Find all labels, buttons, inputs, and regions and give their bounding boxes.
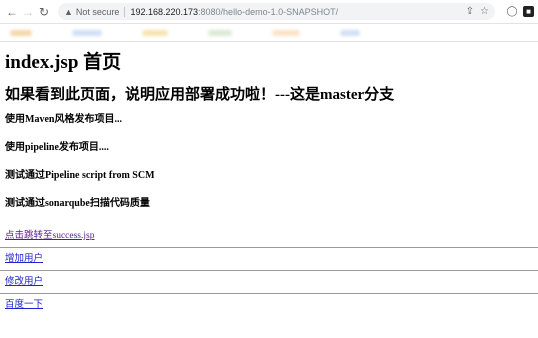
page-title: index.jsp 首页 [5,52,122,73]
page-content: index.jsp 首页 如果看到此页面，说明应用部署成功啦！---这是mast… [0,51,538,316]
bookmark-item[interactable] [10,29,32,36]
deploy-success-heading: 如果看到此页面，说明应用部署成功啦！---这是master分支 [5,87,395,103]
bookmark-star-icon[interactable]: ☆ [480,6,489,17]
bookmark-item[interactable] [272,29,300,36]
bookmark-item[interactable] [340,29,360,36]
address-bar[interactable]: ▲ Not secure 192.168.220.173:8080/hello-… [58,3,495,20]
info-line: 使用pipeline发布项目.... [5,142,109,153]
url-host: 192.168.220.173 [130,6,199,17]
omnibox-divider [124,6,126,17]
success-page-link[interactable]: 点击跳转至success.jsp [5,231,94,241]
warning-icon[interactable]: ▲ [64,7,73,17]
url-text[interactable]: 192.168.220.173:8080/hello-demo-1.0-SNAP… [130,7,338,17]
info-line: 测试通过Pipeline script from SCM [5,170,155,181]
edit-user-link[interactable]: 修改用户 [5,277,43,287]
bookmark-item[interactable] [72,29,102,36]
not-secure-label[interactable]: Not secure [76,7,120,17]
bookmarks-bar [0,24,538,42]
link-row: 增加用户 [5,248,533,270]
bookmark-item[interactable] [142,29,168,36]
info-line: 测试通过sonarqube扫描代码质量 [5,198,150,209]
add-user-link[interactable]: 增加用户 [5,254,43,264]
extension-dark-icon[interactable]: ■ [523,6,534,17]
link-row: 点击跳转至success.jsp [5,225,533,247]
share-icon[interactable]: ⇪ [466,6,474,17]
forward-icon[interactable]: → [20,4,36,20]
bookmark-item[interactable] [208,29,232,36]
info-line: 使用Maven风格发布项目... [5,114,122,125]
link-row: 修改用户 [5,271,533,293]
link-row: 百度一下 [5,294,533,316]
baidu-link[interactable]: 百度一下 [5,300,43,310]
reload-icon[interactable]: ↻ [36,4,52,20]
back-icon[interactable]: ← [4,4,20,20]
browser-toolbar: ← → ↻ ▲ Not secure 192.168.220.173:8080/… [0,0,538,24]
extension-icon[interactable]: ◯ [505,5,519,19]
url-path: :8080/hello-demo-1.0-SNAPSHOT/ [198,6,339,17]
